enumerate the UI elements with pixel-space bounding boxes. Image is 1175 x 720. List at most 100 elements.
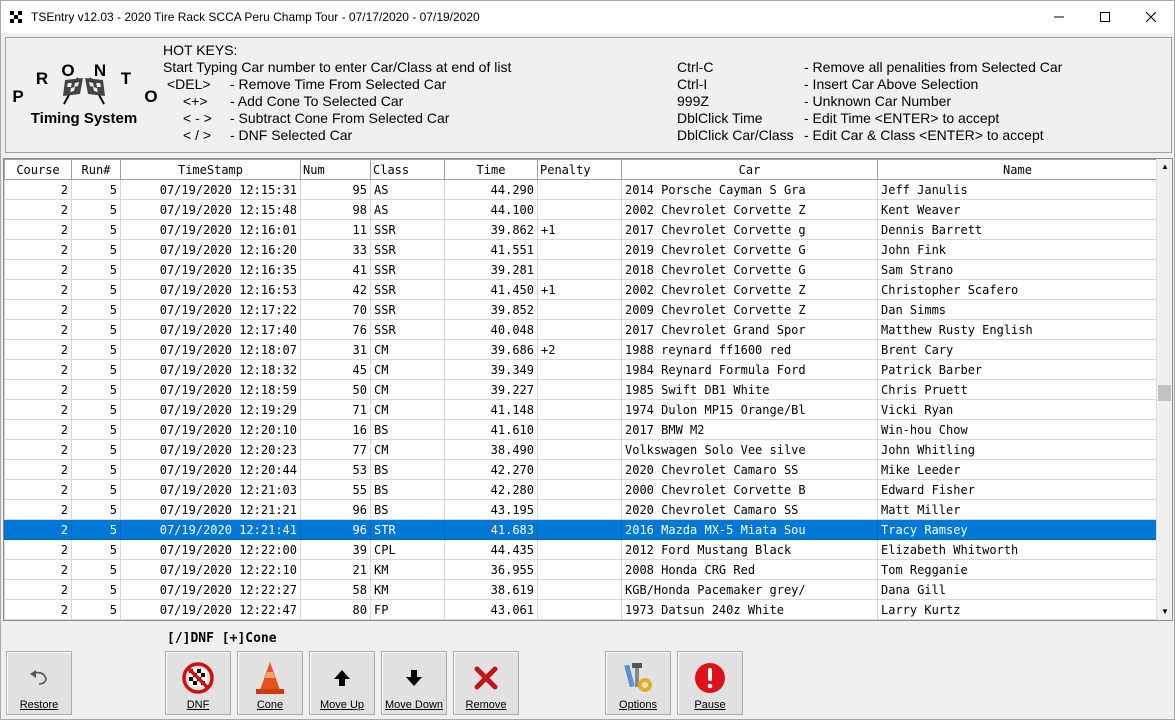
table-cell[interactable]: 43.195 (444, 499, 538, 520)
table-row[interactable]: 2 5 07/19/2020 12:16:53 42 SSR 41.450 +1 2002 C… (4, 279, 1158, 300)
table-cell[interactable]: Patrick Barber (877, 359, 1158, 380)
table-cell[interactable]: 5 (71, 359, 121, 380)
table-cell[interactable]: 41.551 (444, 239, 538, 260)
table-cell[interactable]: BS (370, 419, 445, 440)
table-cell[interactable] (537, 519, 622, 540)
table-cell[interactable]: 39.852 (444, 299, 538, 320)
table-row[interactable]: 2 5 07/19/2020 12:22:47 80 FP 43.061 1973 Dats… (4, 599, 1158, 620)
table-cell[interactable]: 2017 Chevrolet Grand Spor (621, 319, 878, 340)
scroll-thumb[interactable] (1158, 385, 1171, 401)
table-cell[interactable] (537, 479, 622, 500)
table-cell[interactable]: 5 (71, 479, 121, 500)
table-cell[interactable]: 40.048 (444, 319, 538, 340)
table-cell[interactable]: 2 (4, 359, 72, 380)
table-cell[interactable]: 5 (71, 559, 121, 580)
table-cell[interactable] (537, 599, 622, 620)
vertical-scrollbar[interactable]: ▲ ▼ (1156, 159, 1172, 620)
table-cell[interactable]: +1 (537, 219, 622, 240)
column-header[interactable]: Run# (71, 159, 121, 180)
table-cell[interactable]: 5 (71, 519, 121, 540)
table-cell[interactable] (537, 359, 622, 380)
table-cell[interactable]: 2 (4, 459, 72, 480)
table-cell[interactable]: +1 (537, 279, 622, 300)
table-cell[interactable]: CM (370, 439, 445, 460)
dnf-button[interactable]: DNF (165, 651, 231, 715)
table-cell[interactable]: 96 (300, 519, 371, 540)
table-cell[interactable]: 2017 Chevrolet Corvette g (621, 219, 878, 240)
table-cell[interactable]: 2 (4, 579, 72, 600)
table-cell[interactable]: 5 (71, 199, 121, 220)
table-cell[interactable]: 5 (71, 279, 121, 300)
table-cell[interactable]: 41.683 (444, 519, 538, 540)
table-cell[interactable]: 41 (300, 259, 371, 280)
table-cell[interactable]: 55 (300, 479, 371, 500)
table-cell[interactable]: 2 (4, 239, 72, 260)
table-cell[interactable]: Kent Weaver (877, 199, 1158, 220)
scroll-down-icon[interactable]: ▼ (1157, 604, 1172, 620)
table-cell[interactable]: 2002 Chevrolet Corvette Z (621, 199, 878, 220)
table-cell[interactable]: KGB/Honda Pacemaker grey/ (621, 579, 878, 600)
table-cell[interactable]: 45 (300, 359, 371, 380)
table-cell[interactable]: 07/19/2020 12:22:27 (120, 579, 301, 600)
table-cell[interactable]: 2 (4, 539, 72, 560)
table-cell[interactable] (537, 179, 622, 200)
table-cell[interactable]: 07/19/2020 12:16:53 (120, 279, 301, 300)
table-row[interactable]: 2 5 07/19/2020 12:21:41 96 STR 41.683 2016 Maz… (4, 519, 1158, 540)
table-cell[interactable]: BS (370, 499, 445, 520)
table-cell[interactable]: 53 (300, 459, 371, 480)
table-cell[interactable]: 07/19/2020 12:21:41 (120, 519, 301, 540)
table-cell[interactable]: 5 (71, 399, 121, 420)
table-cell[interactable]: 07/19/2020 12:20:23 (120, 439, 301, 460)
table-cell[interactable]: 2 (4, 499, 72, 520)
table-cell[interactable]: 31 (300, 339, 371, 360)
table-cell[interactable]: FP (370, 599, 445, 620)
table-cell[interactable] (537, 459, 622, 480)
table-cell[interactable]: 2 (4, 399, 72, 420)
table-cell[interactable]: 5 (71, 599, 121, 620)
table-row[interactable]: 2 5 07/19/2020 12:21:21 96 BS 43.195 2020 Chev… (4, 499, 1158, 520)
table-cell[interactable]: Chris Pruett (877, 379, 1158, 400)
table-cell[interactable]: Edward Fisher (877, 479, 1158, 500)
table-cell[interactable] (537, 259, 622, 280)
table-cell[interactable]: Larry Kurtz (877, 599, 1158, 620)
table-cell[interactable]: BS (370, 459, 445, 480)
table-cell[interactable]: CM (370, 359, 445, 380)
table-cell[interactable] (537, 379, 622, 400)
table-cell[interactable]: Brent Cary (877, 339, 1158, 360)
table-cell[interactable]: 07/19/2020 12:21:21 (120, 499, 301, 520)
table-cell[interactable]: 5 (71, 379, 121, 400)
table-row[interactable]: 2 5 07/19/2020 12:17:22 70 SSR 39.852 2009 Che… (4, 299, 1158, 320)
table-cell[interactable]: 76 (300, 319, 371, 340)
table-cell[interactable]: 36.955 (444, 559, 538, 580)
table-cell[interactable]: Tom Regganie (877, 559, 1158, 580)
table-cell[interactable]: 2 (4, 319, 72, 340)
table-cell[interactable]: 07/19/2020 12:20:44 (120, 459, 301, 480)
table-cell[interactable] (537, 319, 622, 340)
table-row[interactable]: 2 5 07/19/2020 12:22:27 58 KM 38.619 KGB/Honda… (4, 579, 1158, 600)
table-cell[interactable]: Dan Simms (877, 299, 1158, 320)
table-cell[interactable] (537, 579, 622, 600)
table-cell[interactable]: 07/19/2020 12:20:10 (120, 419, 301, 440)
close-button[interactable] (1128, 1, 1174, 33)
column-header[interactable]: TimeStamp (120, 159, 301, 180)
table-cell[interactable]: 07/19/2020 12:18:32 (120, 359, 301, 380)
table-cell[interactable]: SSR (370, 299, 445, 320)
table-cell[interactable]: 5 (71, 439, 121, 460)
table-cell[interactable]: CM (370, 379, 445, 400)
table-cell[interactable]: 2 (4, 199, 72, 220)
table-cell[interactable]: CM (370, 399, 445, 420)
pause-button[interactable]: Pause (677, 651, 743, 715)
table-cell[interactable]: AS (370, 199, 445, 220)
table-row[interactable]: 2 5 07/19/2020 12:16:01 11 SSR 39.862 +1 2017 C… (4, 219, 1158, 240)
table-cell[interactable]: 77 (300, 439, 371, 460)
table-cell[interactable]: 33 (300, 239, 371, 260)
table-cell[interactable]: 5 (71, 539, 121, 560)
table-cell[interactable]: BS (370, 479, 445, 500)
table-cell[interactable]: Win-hou Chow (877, 419, 1158, 440)
table-cell[interactable]: 07/19/2020 12:22:10 (120, 559, 301, 580)
table-cell[interactable]: 5 (71, 339, 121, 360)
table-cell[interactable]: 07/19/2020 12:17:40 (120, 319, 301, 340)
table-cell[interactable]: 39.862 (444, 219, 538, 240)
table-cell[interactable]: 07/19/2020 12:22:47 (120, 599, 301, 620)
table-cell[interactable]: 2016 Mazda MX-5 Miata Sou (621, 519, 878, 540)
